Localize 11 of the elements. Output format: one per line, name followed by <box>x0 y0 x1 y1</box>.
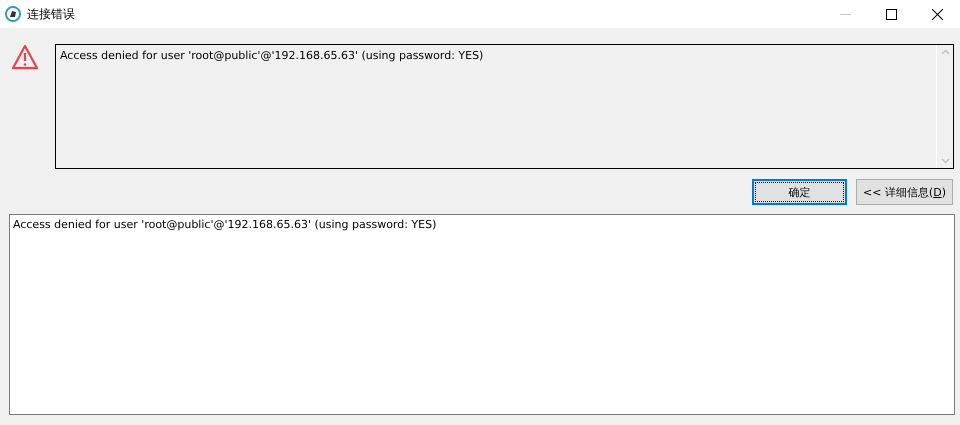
details-text-area[interactable]: Access denied for user 'root@public'@'192.168.65.63' (using password: YES) <box>9 214 955 415</box>
window-title: 连接错误 <box>27 6 76 22</box>
warning-icon <box>11 44 39 70</box>
scroll-up-icon[interactable] <box>940 49 950 55</box>
details-button[interactable]: << 详细信息(D) <box>856 179 953 205</box>
close-icon <box>932 8 942 20</box>
ok-button[interactable]: 确定 <box>752 179 847 205</box>
error-message: Access denied for user 'root@public'@'192.168.65.63' (using password: YES) <box>58 48 484 64</box>
app-icon <box>5 6 21 22</box>
scroll-down-icon[interactable] <box>940 158 950 164</box>
maximize-icon <box>886 8 896 20</box>
